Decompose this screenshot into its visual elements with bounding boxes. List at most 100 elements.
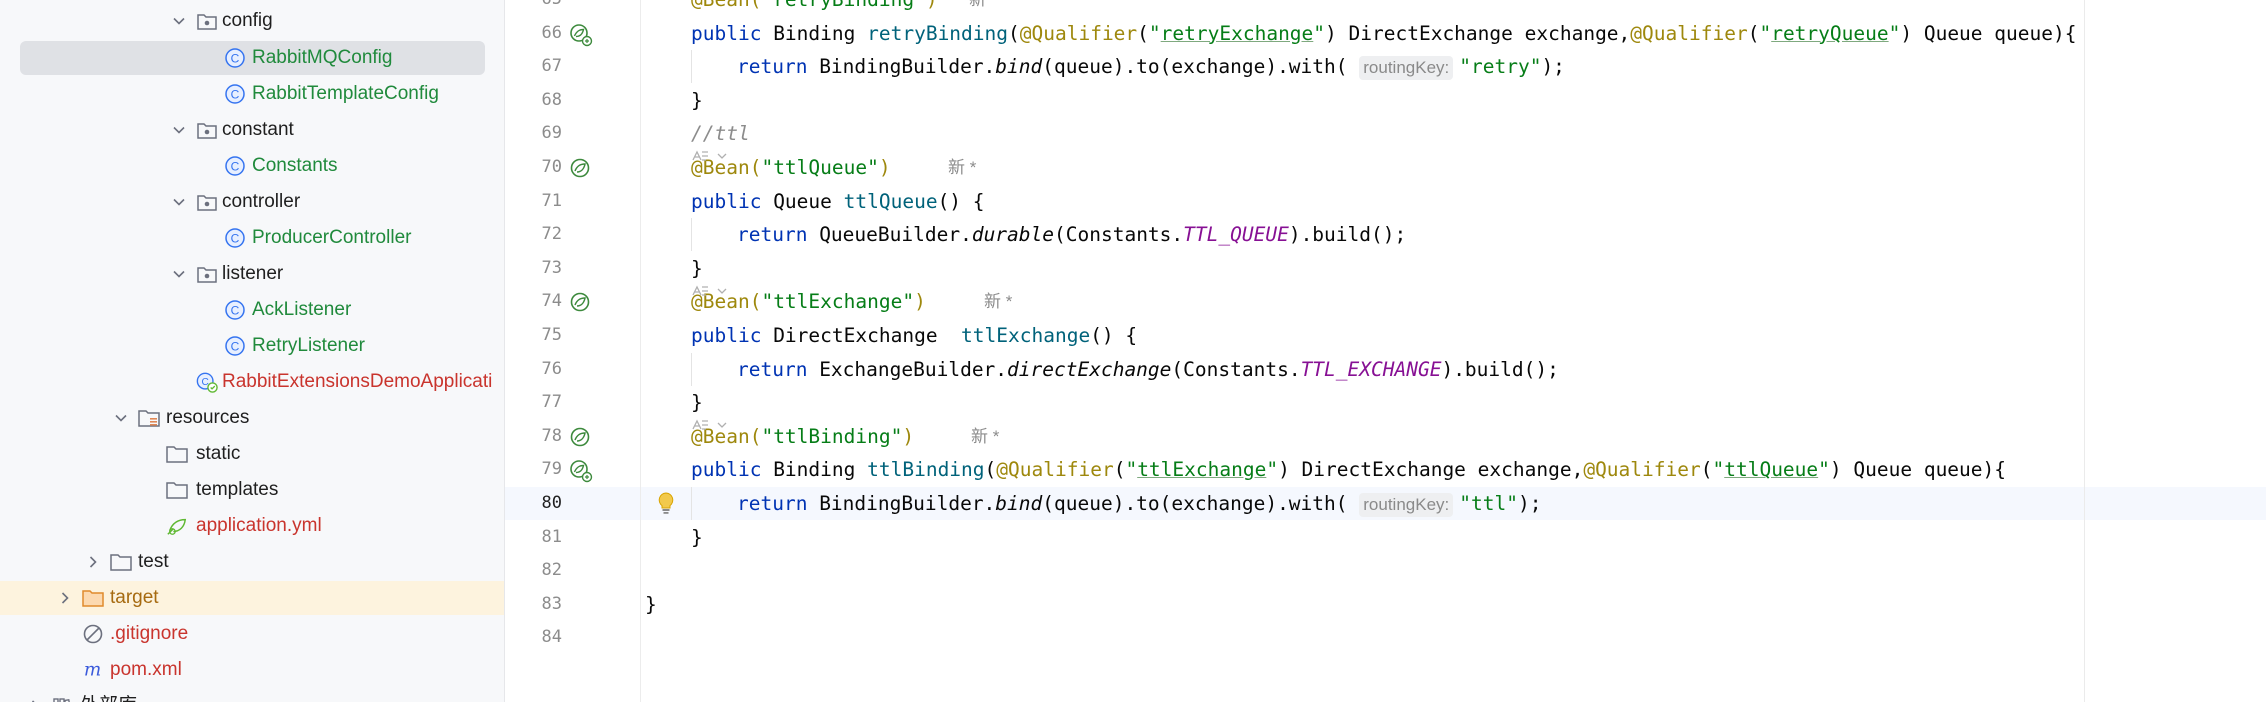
code-token: () { (937, 189, 985, 213)
tree-item[interactable]: C RabbitTemplateConfig (0, 77, 504, 111)
string-literal: " (1313, 21, 1326, 45)
code-line[interactable]: 79 public Binding ttlBinding(@Qualifier("… (505, 453, 2266, 486)
annotation: @Qualifier (1630, 21, 1748, 45)
code-line[interactable]: 72 return QueueBuilder.durable(Constants.… (505, 218, 2266, 252)
tree-item[interactable]: target (0, 581, 504, 615)
chevron-down-icon (717, 153, 727, 160)
code-vision-author-hint[interactable]: 新 * (984, 285, 1012, 318)
tree-item[interactable]: m pom.xml (0, 653, 504, 687)
package-icon (196, 10, 218, 32)
spring-bean-gutter-icon[interactable] (569, 426, 591, 448)
maven-icon: m (82, 659, 104, 681)
code-token: ( (984, 458, 997, 482)
code-token: ).build(); (1288, 223, 1407, 247)
code-token: ) DirectExchange exchange, (1325, 21, 1631, 45)
string-literal: " (1148, 21, 1161, 45)
string-literal: " (1818, 458, 1830, 482)
svg-text:C: C (231, 304, 240, 318)
chevron-right-icon[interactable] (58, 591, 72, 605)
code-token: ( (1747, 21, 1760, 45)
code-token: ( (1008, 21, 1020, 45)
tree-item[interactable]: 外部库 (0, 689, 504, 702)
line-number: 78 (541, 425, 562, 446)
code-token: ) Queue queue){ (1829, 458, 2007, 482)
tree-item[interactable]: C RabbitExtensionsDemoApplicati (0, 365, 504, 399)
code-lens-markers[interactable] (691, 144, 727, 168)
code-lens-icon (692, 419, 708, 430)
tree-item[interactable]: application.yml (0, 509, 504, 543)
tree-item[interactable]: config (0, 4, 504, 38)
code-line[interactable]: 82 (505, 554, 2266, 587)
gitignore-icon (82, 623, 104, 645)
tree-item-label: RabbitMQConfig (252, 47, 393, 68)
chevron-right-icon[interactable] (86, 555, 100, 569)
spring-bean-gutter-icon[interactable] (569, 291, 591, 313)
code-line[interactable]: 70 @Bean("ttlQueue") 新 * (505, 151, 2266, 184)
tree-item[interactable]: C ProducerController (0, 221, 504, 255)
code-line[interactable]: 67 return BindingBuilder.bind(queue).to(e… (505, 50, 2266, 84)
line-number: 81 (541, 526, 562, 547)
spring-bean-gutter-icon[interactable] (569, 157, 591, 179)
tree-item[interactable]: templates (0, 473, 504, 507)
tree-item[interactable]: controller (0, 185, 504, 219)
code-lens-markers[interactable] (691, 279, 727, 303)
tree-item-label: pom.xml (110, 659, 182, 680)
tree-item[interactable]: test (0, 545, 504, 579)
code-line[interactable]: 78 @Bean("ttlBinding") 新 * (505, 420, 2266, 453)
code-line[interactable]: 74 @Bean("ttlExchange") 新 * (505, 285, 2266, 318)
code-lens-icon (692, 150, 708, 162)
keyword: public (691, 21, 762, 45)
code-line[interactable]: 65 @Bean("retryBinding") 新 * (505, 0, 2266, 16)
code-line[interactable]: 75 public DirectExchange ttlExchange() { (505, 319, 2266, 352)
code-line[interactable]: 73} (505, 252, 2266, 285)
chevron-down-icon[interactable] (172, 123, 186, 137)
code-vision-author-hint[interactable]: 新 * (969, 0, 997, 16)
indent-guide (691, 218, 692, 252)
library-icon (52, 695, 74, 702)
lightbulb-icon[interactable] (655, 491, 677, 514)
bean-injection-gutter-icon[interactable] (569, 459, 593, 483)
code-line[interactable]: 69 //ttl (505, 117, 2266, 150)
chevron-down-icon[interactable] (114, 411, 128, 425)
brace: } (691, 88, 703, 112)
tree-item-label: application.yml (196, 515, 322, 536)
code-line[interactable]: 81} (505, 521, 2266, 554)
tree-item[interactable]: listener (0, 257, 504, 291)
code-line[interactable]: 68} (505, 84, 2266, 117)
tree-item[interactable]: C RabbitMQConfig (0, 41, 504, 75)
string-literal: " (1759, 21, 1772, 45)
bean-injection-gutter-icon[interactable] (569, 23, 593, 46)
chevron-down-icon[interactable] (172, 267, 186, 281)
code-line[interactable]: 83} (505, 588, 2266, 621)
chevron-down-icon[interactable] (172, 195, 186, 209)
code-vision-author-hint[interactable]: 新 * (948, 151, 976, 184)
code-token: DirectExchange (761, 324, 962, 347)
class-icon: C (224, 83, 246, 105)
code-line[interactable]: 80 return BindingBuilder.bind(queue).to(e… (505, 487, 2266, 520)
tree-item[interactable]: resources (0, 401, 504, 435)
tree-item[interactable]: C RetryListener (0, 329, 504, 363)
tree-item[interactable]: static (0, 437, 504, 471)
tree-item[interactable]: C AckListener (0, 293, 504, 327)
code-line[interactable]: 66 public Binding retryBinding(@Qualifier… (505, 17, 2266, 50)
code-lens-markers[interactable] (691, 413, 727, 437)
chevron-down-icon (717, 422, 727, 429)
code-editor[interactable]: 65@Bean("retryBinding")新 *66public Bindi… (505, 0, 2266, 702)
code-text: } (691, 84, 703, 117)
tree-item[interactable]: constant (0, 113, 504, 147)
indent-guide (691, 352, 692, 386)
line-number: 79 (541, 459, 562, 480)
annotation: ) (878, 156, 891, 179)
code-line[interactable]: 77} (505, 386, 2266, 419)
code-vision-author-hint[interactable]: 新 * (971, 420, 999, 453)
code-line[interactable]: 84 (505, 621, 2266, 654)
tree-item[interactable]: C Constants (0, 149, 504, 183)
brace: } (691, 256, 703, 280)
code-text: @Bean("retryBinding") (691, 0, 938, 16)
code-token: () { (1090, 324, 1138, 347)
code-line[interactable]: 76 return ExchangeBuilder.directExchange(… (505, 352, 2266, 386)
tree-item[interactable]: .gitignore (0, 617, 504, 651)
chevron-down-icon[interactable] (172, 14, 186, 28)
code-line[interactable]: 71 public Queue ttlQueue() { (505, 185, 2266, 218)
resources-folder-icon (138, 407, 160, 429)
